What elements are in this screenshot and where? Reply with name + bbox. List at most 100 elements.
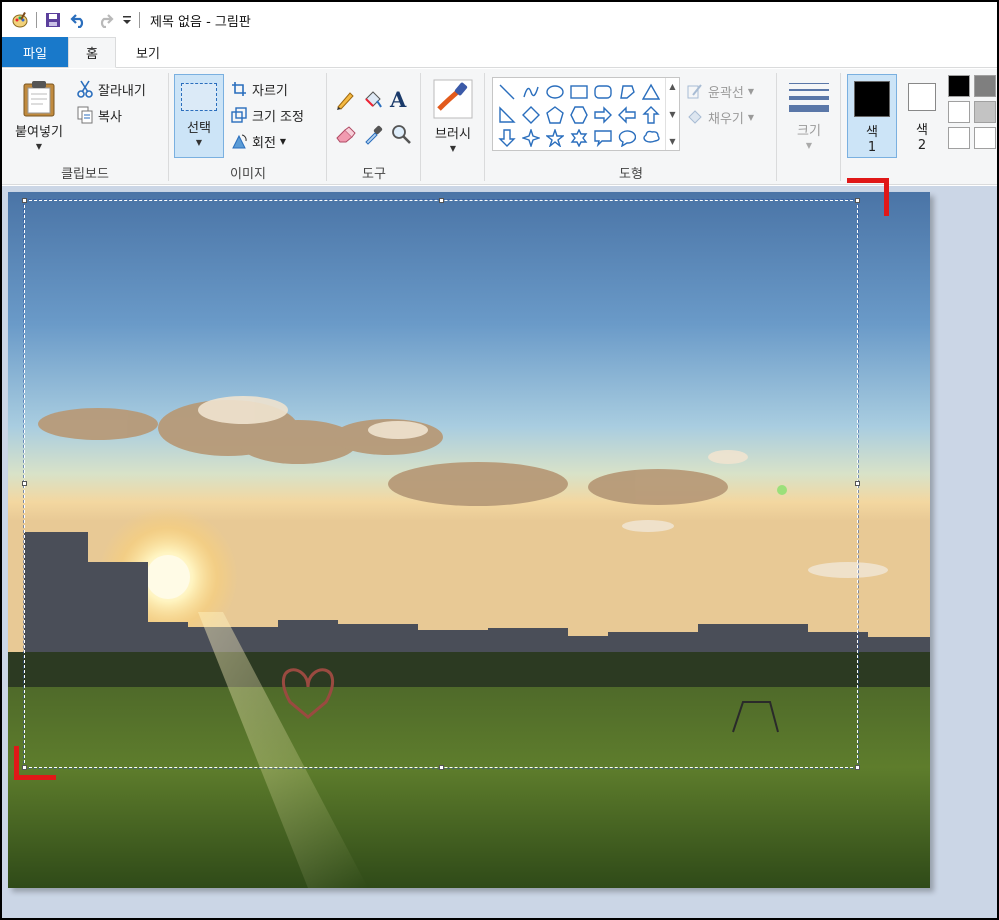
separator bbox=[484, 73, 485, 181]
palette-swatch[interactable] bbox=[948, 127, 970, 149]
paint-window: 제목 없음 - 그림판 파일 홈 보기 붙여넣기 ▼ 잘라내기 복사 클립보드 … bbox=[0, 0, 999, 920]
resize-button[interactable]: 크기 조정 bbox=[230, 103, 304, 127]
line-shape-icon[interactable] bbox=[495, 80, 519, 103]
resize-handle[interactable] bbox=[855, 481, 860, 486]
rotate-button[interactable]: 회전 ▼ bbox=[230, 129, 286, 153]
right-triangle-shape-icon[interactable] bbox=[495, 103, 519, 126]
oval-shape-icon[interactable] bbox=[543, 80, 567, 103]
clipboard-group: 붙여넣기 ▼ 잘라내기 복사 클립보드 bbox=[2, 73, 168, 182]
paint-app-icon[interactable] bbox=[10, 10, 30, 30]
rotate-icon bbox=[230, 132, 248, 150]
palette-swatch[interactable] bbox=[974, 101, 996, 123]
down-arrow-shape-icon[interactable] bbox=[495, 126, 519, 149]
color1-label: 색 bbox=[866, 125, 878, 140]
rounded-rectangle-shape-icon[interactable] bbox=[591, 80, 615, 103]
annotation-corner-top-right bbox=[884, 178, 889, 216]
gallery-more-icon[interactable]: ▼ bbox=[669, 137, 675, 146]
resize-handle[interactable] bbox=[439, 198, 444, 203]
redo-icon[interactable] bbox=[95, 10, 115, 30]
tab-view[interactable]: 보기 bbox=[116, 37, 180, 67]
eraser-icon[interactable] bbox=[334, 123, 358, 147]
up-arrow-shape-icon[interactable] bbox=[639, 103, 663, 126]
rect-callout-shape-icon[interactable] bbox=[591, 126, 615, 149]
resize-handle[interactable] bbox=[439, 765, 444, 770]
polygon-shape-icon[interactable] bbox=[615, 80, 639, 103]
resize-handle[interactable] bbox=[855, 198, 860, 203]
magnifier-icon[interactable] bbox=[390, 123, 414, 147]
brushes-button[interactable]: 브러시 ▼ bbox=[428, 79, 478, 153]
outline-pen-icon bbox=[686, 82, 704, 100]
ribbon-tabs: 파일 홈 보기 bbox=[2, 37, 997, 68]
brushes-label: 브러시 bbox=[435, 127, 471, 142]
rectangle-shape-icon[interactable] bbox=[567, 80, 591, 103]
color-palette bbox=[948, 75, 997, 149]
diamond-shape-icon[interactable] bbox=[519, 103, 543, 126]
resize-handle[interactable] bbox=[22, 765, 27, 770]
four-point-star-shape-icon[interactable] bbox=[519, 126, 543, 149]
crop-button[interactable]: 자르기 bbox=[230, 77, 288, 101]
fill-label: 채우기 bbox=[708, 111, 744, 127]
selection-marquee[interactable] bbox=[22, 198, 860, 770]
tools-group-label: 도구 bbox=[362, 167, 386, 182]
color1-button[interactable]: 색 1 bbox=[847, 74, 897, 158]
cut-button[interactable]: 잘라내기 bbox=[76, 77, 146, 101]
rotate-label: 회전 bbox=[252, 135, 276, 151]
scissors-icon bbox=[76, 80, 94, 98]
resize-label: 크기 조정 bbox=[252, 109, 304, 125]
chevron-down-icon: ▼ bbox=[747, 86, 755, 96]
tab-file[interactable]: 파일 bbox=[2, 37, 68, 67]
tab-home[interactable]: 홈 bbox=[68, 37, 116, 68]
image-group: 선택 ▼ 자르기 크기 조정 회전 ▼ 이미지 bbox=[170, 73, 326, 182]
palette-swatch[interactable] bbox=[948, 101, 970, 123]
shapes-grid bbox=[495, 80, 665, 150]
fill-button[interactable]: 채우기 ▼ bbox=[686, 105, 754, 129]
brushes-group: 브러시 ▼ bbox=[422, 73, 484, 181]
left-arrow-shape-icon[interactable] bbox=[615, 103, 639, 126]
resize-handle[interactable] bbox=[855, 765, 860, 770]
palette-swatch[interactable] bbox=[974, 75, 996, 97]
outline-button[interactable]: 윤곽선 ▼ bbox=[686, 79, 754, 103]
shapes-group-label: 도형 bbox=[619, 167, 643, 182]
chevron-down-icon[interactable]: ▼ bbox=[669, 110, 675, 119]
curve-shape-icon[interactable] bbox=[519, 80, 543, 103]
resize-handle[interactable] bbox=[22, 198, 27, 203]
copy-label: 복사 bbox=[98, 109, 122, 125]
undo-icon[interactable] bbox=[69, 10, 89, 30]
right-arrow-shape-icon[interactable] bbox=[591, 103, 615, 126]
oval-callout-shape-icon[interactable] bbox=[615, 126, 639, 149]
crop-label: 자르기 bbox=[252, 83, 288, 99]
separator bbox=[840, 73, 841, 181]
shapes-group: ▲ ▼ ▼ 윤곽선 ▼ 채우기 ▼ 도형 bbox=[486, 73, 776, 182]
text-tool-icon[interactable]: A bbox=[390, 87, 414, 112]
line-size-icon bbox=[789, 83, 829, 112]
drawing-canvas[interactable] bbox=[8, 192, 930, 888]
color1-number: 1 bbox=[867, 140, 877, 155]
separator bbox=[139, 12, 140, 28]
tools-group: A 도구 bbox=[328, 73, 420, 182]
six-point-star-shape-icon[interactable] bbox=[567, 126, 591, 149]
separator bbox=[326, 73, 327, 181]
crop-icon bbox=[230, 80, 248, 98]
palette-swatch[interactable] bbox=[974, 127, 996, 149]
cloud-callout-shape-icon[interactable] bbox=[639, 126, 663, 149]
fill-bucket-icon[interactable] bbox=[362, 89, 386, 113]
gallery-scroll[interactable]: ▲ ▼ ▼ bbox=[665, 78, 679, 150]
pencil-icon[interactable] bbox=[334, 89, 358, 113]
five-point-star-shape-icon[interactable] bbox=[543, 126, 567, 149]
image-group-label: 이미지 bbox=[230, 167, 266, 182]
resize-handle[interactable] bbox=[22, 481, 27, 486]
customize-qat-icon[interactable] bbox=[121, 10, 133, 30]
hexagon-shape-icon[interactable] bbox=[567, 103, 591, 126]
paste-label: 붙여넣기 bbox=[15, 125, 63, 140]
paste-button[interactable]: 붙여넣기 ▼ bbox=[8, 79, 70, 151]
size-button[interactable]: 크기 ▼ bbox=[784, 79, 834, 150]
triangle-shape-icon[interactable] bbox=[639, 80, 663, 103]
select-button[interactable]: 선택 ▼ bbox=[174, 74, 224, 158]
save-icon[interactable] bbox=[43, 10, 63, 30]
color-picker-icon[interactable] bbox=[362, 123, 386, 147]
pentagon-shape-icon[interactable] bbox=[543, 103, 567, 126]
palette-swatch[interactable] bbox=[948, 75, 970, 97]
copy-button[interactable]: 복사 bbox=[76, 103, 122, 127]
color2-button[interactable]: 색 2 bbox=[902, 74, 942, 158]
chevron-up-icon[interactable]: ▲ bbox=[669, 82, 675, 91]
